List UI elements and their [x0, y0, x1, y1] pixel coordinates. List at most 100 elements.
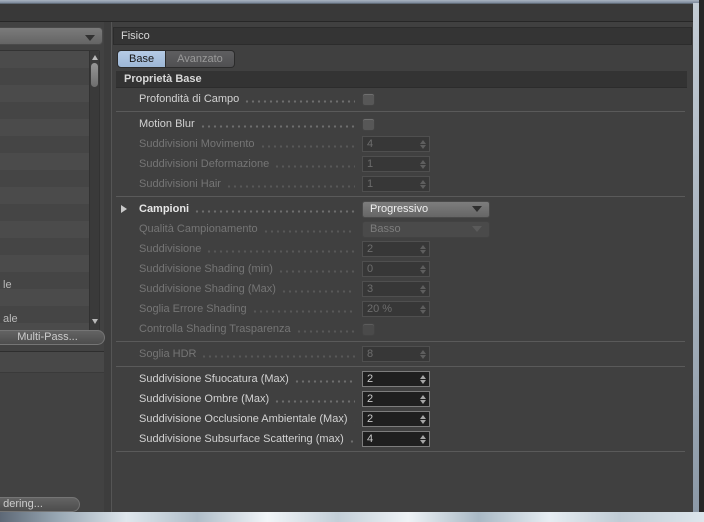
background-window-edge — [0, 512, 704, 522]
param-row: Motion Blur — [112, 114, 693, 134]
number-value: 1 — [367, 178, 374, 190]
param-row: Controlla Shading Trasparenza — [112, 319, 693, 339]
param-control-slot: 4 — [362, 136, 693, 152]
dot-leader — [348, 436, 355, 446]
group-divider — [116, 111, 685, 112]
list-scrollbar[interactable] — [89, 51, 99, 330]
parameter-list: Profondità di Campo Motion Blur Suddivisio… — [112, 88, 693, 452]
tab-base[interactable]: Base — [117, 50, 167, 68]
window-right-border — [699, 0, 704, 522]
param-control-slot: 3 — [362, 281, 693, 297]
stepper — [417, 159, 429, 169]
chevron-down-icon — [472, 206, 482, 212]
number-input: 1 — [362, 176, 430, 192]
param-row: Soglia HDR 8 — [112, 344, 693, 364]
param-row: Qualità Campionamento Basso — [112, 219, 693, 239]
param-label: Suddivisioni Movimento — [139, 138, 255, 150]
param-control-slot: Progressivo — [362, 200, 693, 218]
param-label: Motion Blur — [139, 118, 195, 130]
dot-leader — [206, 246, 355, 256]
scroll-up-icon[interactable] — [92, 55, 98, 60]
number-value: 20 % — [367, 303, 393, 315]
param-row: Suddivisione Subsurface Scattering (max)… — [112, 429, 693, 449]
dot-leader — [277, 266, 355, 276]
dropdown-select[interactable]: Progressivo — [362, 200, 490, 218]
number-value: 1 — [367, 158, 374, 170]
stepper[interactable] — [417, 394, 429, 404]
param-control-slot: 20 % — [362, 301, 693, 317]
param-label: Suddivisione Sfuocatura (Max) — [139, 373, 289, 385]
param-row: Suddivisione 2 — [112, 239, 693, 259]
scrollbar-thumb[interactable] — [91, 63, 98, 87]
param-label: Soglia HDR — [139, 348, 197, 360]
stepper-down-icon — [420, 289, 426, 294]
settings-category-list[interactable]: le ale — [0, 50, 100, 331]
multi-pass-button[interactable]: Multi-Pass... — [0, 330, 105, 345]
stepper[interactable] — [417, 434, 429, 444]
list-item[interactable]: ale — [3, 313, 18, 325]
number-value: 8 — [367, 348, 374, 360]
param-row: Profondità di Campo — [112, 89, 693, 109]
group-divider — [116, 366, 685, 367]
dot-leader — [262, 226, 355, 236]
stepper-down-icon[interactable] — [420, 399, 426, 404]
tab-avanzato[interactable]: Avanzato — [166, 50, 235, 68]
dot-leader — [352, 416, 355, 426]
render-button[interactable]: dering... — [0, 497, 80, 512]
stepper-down-icon — [420, 249, 426, 254]
stepper-down-icon[interactable] — [420, 439, 426, 444]
stepper-down-icon[interactable] — [420, 379, 426, 384]
stepper-up-icon[interactable] — [420, 434, 426, 439]
stepper-up-icon — [420, 264, 426, 269]
param-row: Suddivisione Occlusione Ambientale (Max)… — [112, 409, 693, 429]
dropdown-select: Basso — [362, 220, 490, 238]
param-control-slot — [362, 117, 693, 131]
render-preset-dropdown[interactable] — [0, 27, 103, 45]
stepper — [417, 264, 429, 274]
param-control-slot: 1 — [362, 176, 693, 192]
number-input[interactable]: 2 — [362, 391, 430, 407]
number-input[interactable]: 2 — [362, 371, 430, 387]
stepper-down-icon — [420, 354, 426, 359]
window-titlebar — [0, 3, 704, 22]
number-input[interactable]: 2 — [362, 411, 430, 427]
stepper-up-icon — [420, 244, 426, 249]
dot-leader — [251, 306, 355, 316]
stepper-down-icon — [420, 184, 426, 189]
param-label: Suddivisione — [139, 243, 202, 255]
param-label: Suddivisione Occlusione Ambientale (Max) — [139, 413, 348, 425]
number-value: 2 — [367, 243, 374, 255]
number-input: 3 — [362, 281, 430, 297]
number-value: 2 — [367, 413, 374, 425]
param-control-slot: 0 — [362, 261, 693, 277]
param-label: Soglia Errore Shading — [139, 303, 247, 315]
number-value: 0 — [367, 263, 374, 275]
param-control-slot: 1 — [362, 156, 693, 172]
stepper-up-icon[interactable] — [420, 414, 426, 419]
checkbox[interactable] — [362, 92, 375, 106]
param-row: Suddivisione Shading (min) 0 — [112, 259, 693, 279]
param-row: Suddivisione Sfuocatura (Max) 2 — [112, 369, 693, 389]
param-label: Controlla Shading Trasparenza — [139, 323, 291, 335]
scroll-down-icon[interactable] — [92, 319, 98, 324]
group-divider — [116, 341, 685, 342]
param-control-slot: 4 — [362, 431, 693, 447]
stepper-down-icon[interactable] — [420, 419, 426, 424]
checkbox[interactable] — [362, 117, 375, 131]
stepper[interactable] — [417, 414, 429, 424]
param-row: Suddivisioni Movimento 4 — [112, 134, 693, 154]
number-input[interactable]: 4 — [362, 431, 430, 447]
list-item[interactable]: le — [3, 279, 12, 291]
stepper-up-icon — [420, 179, 426, 184]
number-input: 2 — [362, 241, 430, 257]
stepper-up-icon[interactable] — [420, 374, 426, 379]
expand-arrow-icon[interactable] — [121, 205, 127, 213]
number-value: 2 — [367, 373, 374, 385]
stepper — [417, 179, 429, 189]
stepper-up-icon[interactable] — [420, 394, 426, 399]
stepper-down-icon — [420, 144, 426, 149]
stepper — [417, 284, 429, 294]
stepper[interactable] — [417, 374, 429, 384]
param-row: Suddivisioni Deformazione 1 — [112, 154, 693, 174]
dot-leader — [244, 96, 355, 106]
